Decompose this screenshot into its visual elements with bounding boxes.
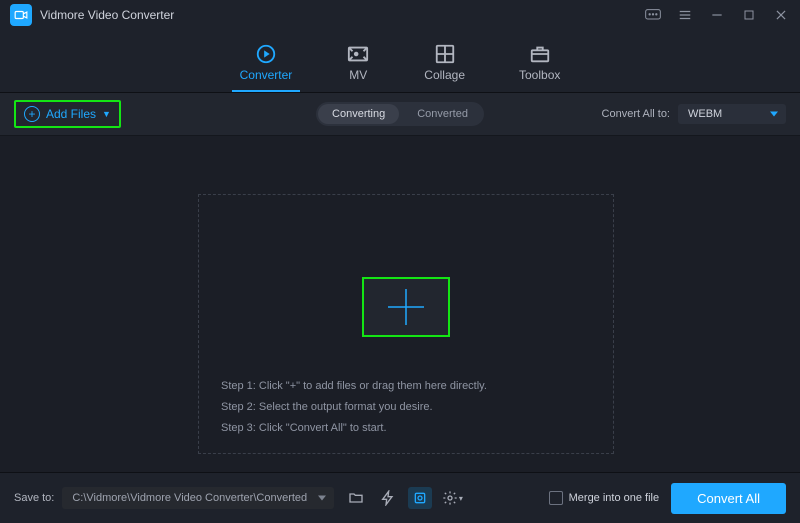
tab-label: Toolbox [519, 68, 560, 82]
merge-label: Merge into one file [569, 492, 660, 504]
tab-label: Collage [424, 68, 465, 82]
footer-bar: Save to: C:\Vidmore\Vidmore Video Conver… [0, 472, 800, 523]
step-2: Step 2: Select the output format you des… [221, 397, 591, 418]
hw-accel-on-button[interactable] [408, 487, 432, 509]
toolbox-icon [528, 42, 552, 66]
hw-accel-off-button[interactable] [376, 487, 400, 509]
output-format-select[interactable]: WEBM [678, 104, 786, 124]
tab-toolbox[interactable]: Toolbox [515, 38, 564, 92]
subtab-converting[interactable]: Converting [318, 104, 399, 124]
output-format-value: WEBM [688, 108, 722, 120]
tab-mv[interactable]: MV [342, 38, 374, 92]
open-folder-button[interactable] [344, 487, 368, 509]
plus-icon [384, 285, 428, 329]
mv-icon [346, 42, 370, 66]
plus-circle-icon: + [24, 106, 40, 122]
feedback-icon[interactable] [644, 6, 662, 24]
save-to-label: Save to: [14, 492, 54, 504]
tab-collage[interactable]: Collage [420, 38, 469, 92]
add-files-label: Add Files [46, 107, 96, 121]
work-area: Step 1: Click "+" to add files or drag t… [0, 136, 800, 476]
menu-icon[interactable] [676, 6, 694, 24]
add-files-button[interactable]: + Add Files ▼ [14, 100, 121, 128]
tab-label: MV [349, 68, 367, 82]
save-path-select[interactable]: C:\Vidmore\Vidmore Video Converter\Conve… [62, 487, 334, 509]
converter-icon [254, 42, 278, 66]
settings-button[interactable]: ▾ [440, 487, 464, 509]
maximize-button[interactable] [740, 6, 758, 24]
tab-label: Converter [240, 68, 293, 82]
title-bar: Vidmore Video Converter [0, 0, 800, 30]
subtab-group: Converting Converted [316, 102, 484, 126]
main-tabs: Converter MV Collage Toolbox [0, 30, 800, 93]
merge-checkbox[interactable]: Merge into one file [549, 491, 660, 505]
step-1: Step 1: Click "+" to add files or drag t… [221, 376, 591, 397]
checkbox-icon [549, 491, 563, 505]
app-logo [10, 4, 32, 26]
app-title: Vidmore Video Converter [40, 8, 174, 22]
tab-converter[interactable]: Converter [236, 38, 297, 92]
collage-icon [433, 42, 457, 66]
save-path-value: C:\Vidmore\Vidmore Video Converter\Conve… [72, 492, 307, 504]
convert-all-label: Convert All [697, 491, 760, 506]
close-button[interactable] [772, 6, 790, 24]
step-3: Step 3: Click "Convert All" to start. [221, 418, 591, 439]
add-files-plus-button[interactable] [362, 277, 450, 337]
subtab-converted[interactable]: Converted [403, 104, 482, 124]
minimize-button[interactable] [708, 6, 726, 24]
toolbar: + Add Files ▼ Converting Converted Conve… [0, 93, 800, 136]
chevron-down-icon: ▼ [102, 109, 111, 119]
instructions: Step 1: Click "+" to add files or drag t… [221, 376, 591, 439]
drop-zone[interactable]: Step 1: Click "+" to add files or drag t… [198, 194, 614, 454]
convert-all-button[interactable]: Convert All [671, 483, 786, 514]
convert-all-to-label: Convert All to: [602, 108, 670, 120]
